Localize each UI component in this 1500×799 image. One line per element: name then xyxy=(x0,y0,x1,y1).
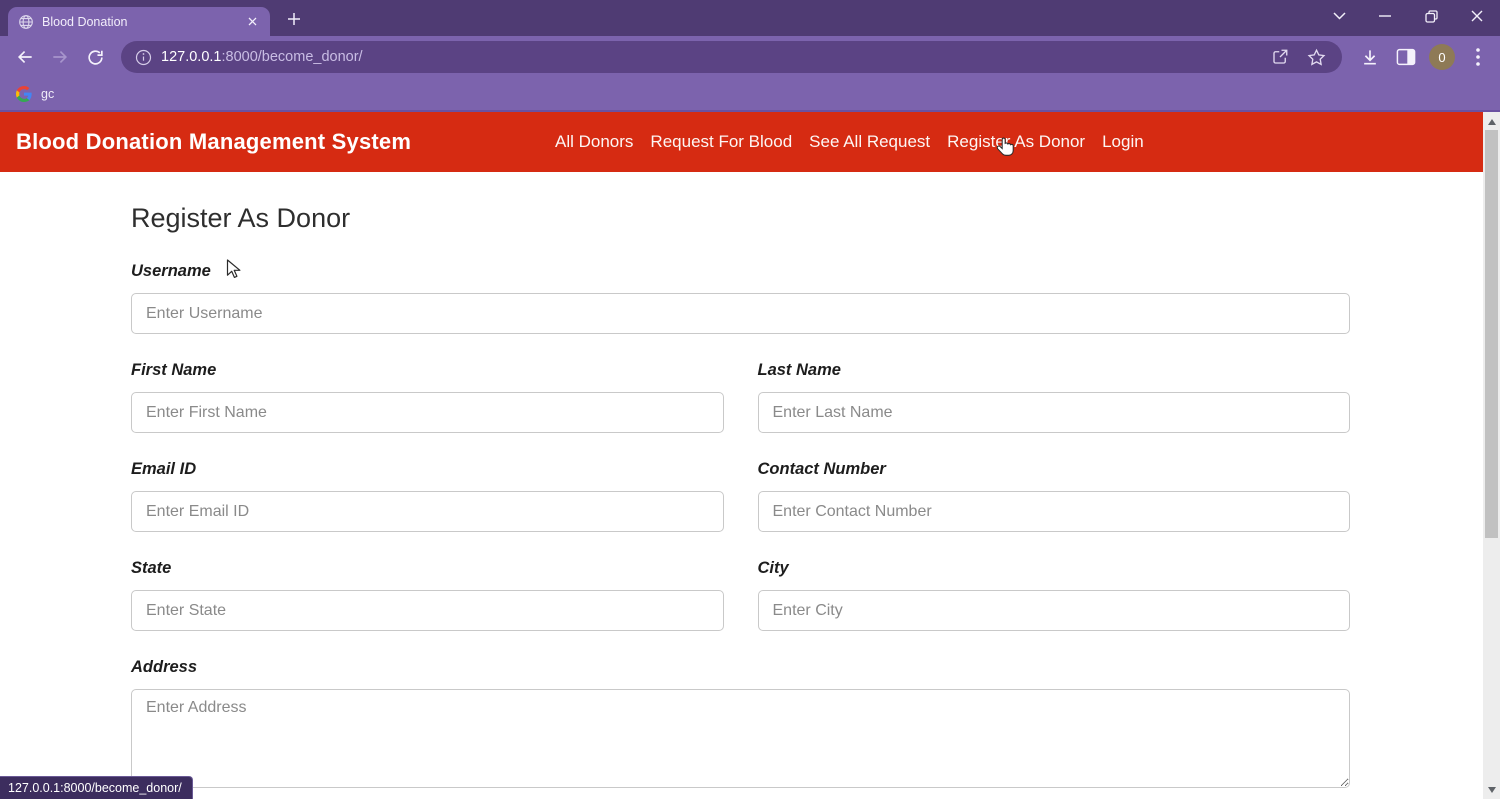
first-name-label: First Name xyxy=(131,361,724,379)
avatar: 0 xyxy=(1429,44,1455,70)
address-bar[interactable]: 127.0.0.1:8000/become_donor/ xyxy=(121,41,1342,73)
scrollbar-thumb[interactable] xyxy=(1485,130,1498,538)
state-label: State xyxy=(131,559,724,577)
globe-favicon-icon xyxy=(18,14,34,30)
close-window-button[interactable] xyxy=(1454,0,1500,32)
state-input[interactable] xyxy=(131,590,724,631)
site-nav-links: All Donors Request For Blood See All Req… xyxy=(555,112,1144,172)
link-status-bar: 127.0.0.1:8000/become_donor/ xyxy=(0,776,193,799)
new-tab-button[interactable] xyxy=(284,9,304,29)
browser-chrome: Blood Donation xyxy=(0,0,1500,110)
tab-strip: Blood Donation xyxy=(0,0,1500,36)
scroll-down-arrow-icon[interactable] xyxy=(1483,781,1500,798)
url-text: 127.0.0.1:8000/become_donor/ xyxy=(161,49,363,65)
window-controls xyxy=(1316,0,1500,32)
google-favicon-icon xyxy=(16,86,32,102)
bookmark-star-icon[interactable] xyxy=(1304,45,1328,69)
page-scrollbar[interactable] xyxy=(1483,112,1500,799)
side-panel-icon[interactable] xyxy=(1392,43,1420,71)
page-title: Register As Donor xyxy=(131,204,1350,232)
site-navbar: Blood Donation Management System All Don… xyxy=(0,112,1483,172)
city-label: City xyxy=(758,559,1351,577)
last-name-label: Last Name xyxy=(758,361,1351,379)
bookmark-item[interactable]: gc xyxy=(41,87,54,101)
contact-number-input[interactable] xyxy=(758,491,1351,532)
contact-number-label: Contact Number xyxy=(758,460,1351,478)
reload-button[interactable] xyxy=(82,44,108,70)
address-textarea[interactable] xyxy=(131,689,1350,788)
address-label: Address xyxy=(131,658,1350,676)
nav-login[interactable]: Login xyxy=(1102,132,1144,152)
email-label: Email ID xyxy=(131,460,724,478)
scroll-up-arrow-icon[interactable] xyxy=(1483,113,1500,130)
back-button[interactable] xyxy=(12,44,38,70)
share-icon[interactable] xyxy=(1268,45,1292,69)
last-name-input[interactable] xyxy=(758,392,1351,433)
nav-all-donors[interactable]: All Donors xyxy=(555,132,633,152)
profile-avatar[interactable]: 0 xyxy=(1428,43,1456,71)
restore-button[interactable] xyxy=(1408,0,1454,32)
minimize-button[interactable] xyxy=(1362,0,1408,32)
page-viewport: Blood Donation Management System All Don… xyxy=(0,112,1483,799)
site-info-icon[interactable] xyxy=(135,49,152,66)
tab-search-chevron-icon[interactable] xyxy=(1316,0,1362,32)
nav-register-as-donor[interactable]: Register As Donor xyxy=(947,132,1085,152)
browser-toolbar: 127.0.0.1:8000/become_donor/ xyxy=(0,36,1500,78)
forward-button[interactable] xyxy=(47,44,73,70)
nav-request-for-blood[interactable]: Request For Blood xyxy=(650,132,792,152)
email-input[interactable] xyxy=(131,491,724,532)
site-brand[interactable]: Blood Donation Management System xyxy=(16,112,411,172)
username-input[interactable] xyxy=(131,293,1350,334)
browser-tab[interactable]: Blood Donation xyxy=(8,7,270,36)
register-donor-form: Register As Donor Username First Name La… xyxy=(0,204,1483,793)
first-name-input[interactable] xyxy=(131,392,724,433)
nav-see-all-request[interactable]: See All Request xyxy=(809,132,930,152)
city-input[interactable] xyxy=(758,590,1351,631)
username-label: Username xyxy=(131,262,1350,280)
tab-close-icon[interactable] xyxy=(244,14,260,30)
bookmarks-bar: gc xyxy=(0,78,1500,110)
tab-title: Blood Donation xyxy=(42,15,236,29)
download-icon[interactable] xyxy=(1356,43,1384,71)
browser-menu-icon[interactable] xyxy=(1464,43,1492,71)
